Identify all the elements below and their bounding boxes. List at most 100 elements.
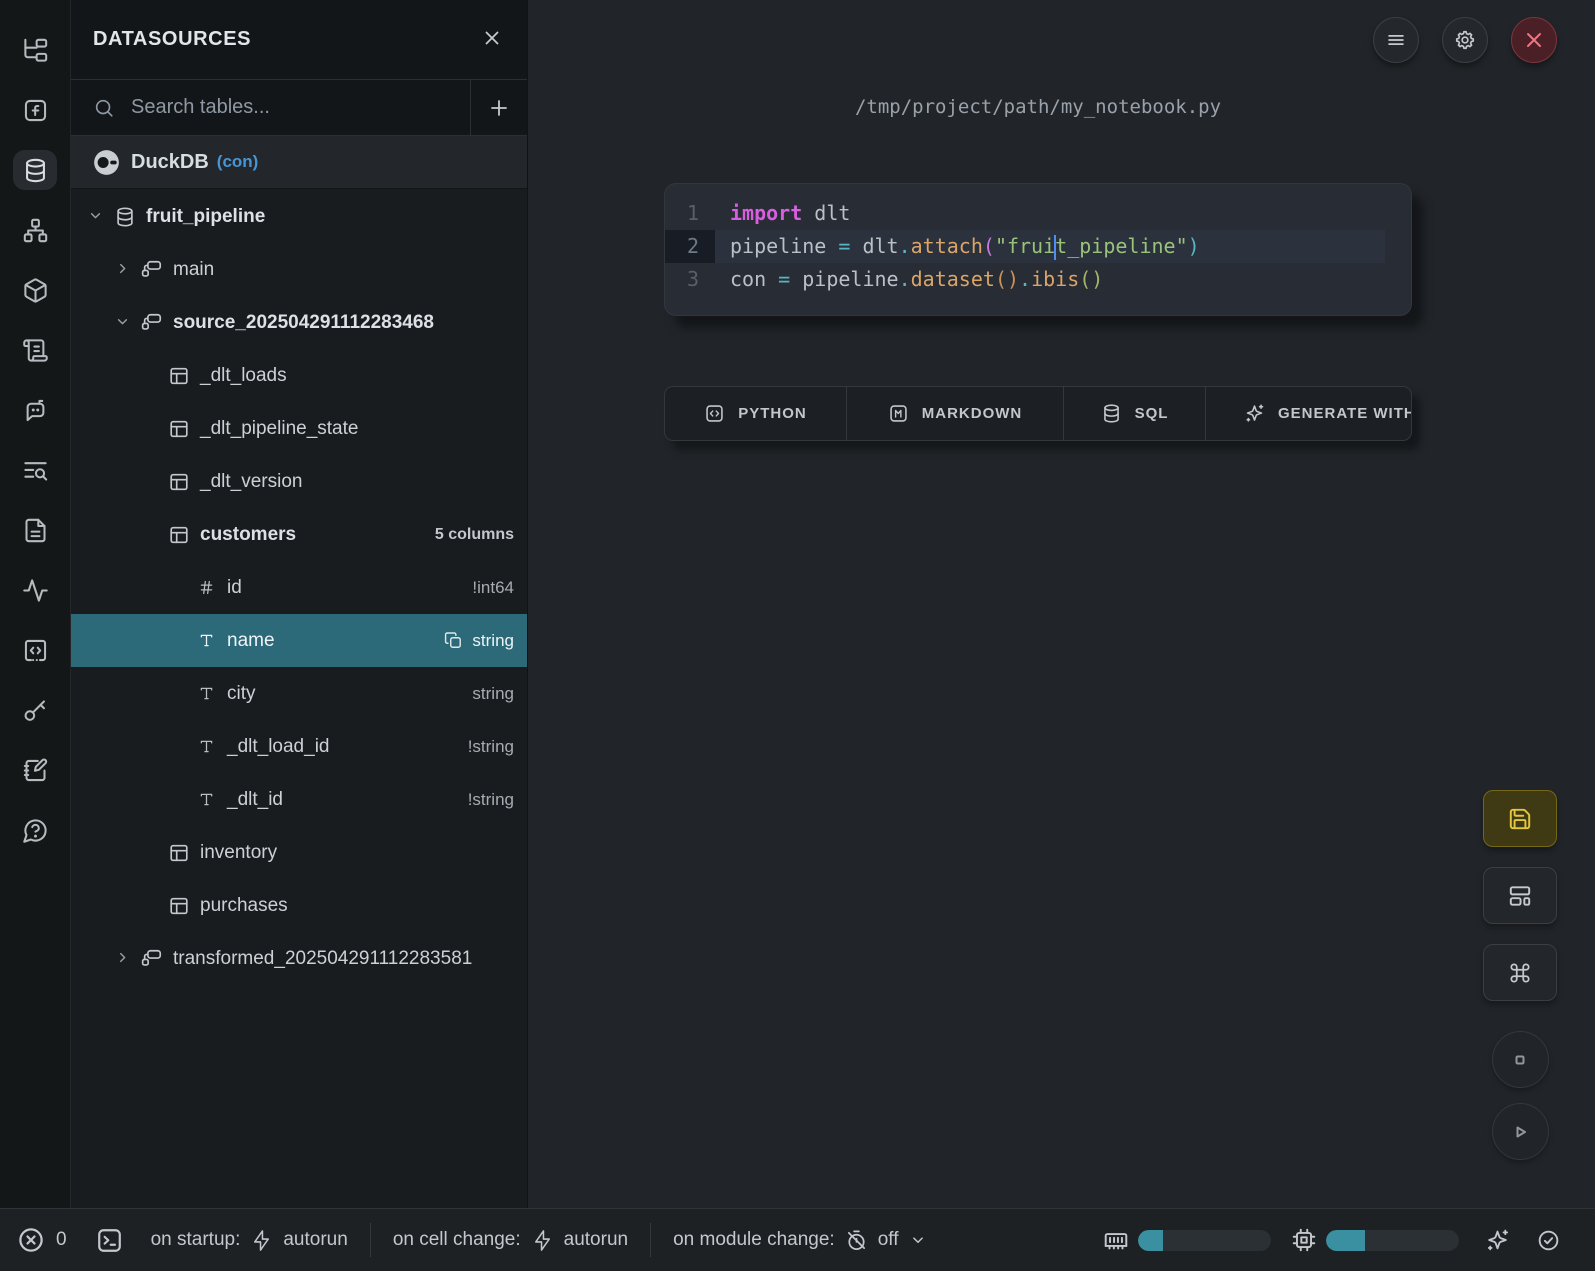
package-icon [22,277,49,304]
errors-indicator[interactable]: 0 [16,1225,67,1255]
tree-row-fruit_pipeline[interactable]: fruit_pipeline [71,190,527,243]
chevron-right-icon[interactable] [114,949,134,969]
table-icon [168,418,190,440]
cell-type-generate-with-ai-button[interactable]: GENERATE WITH AI [1206,387,1412,440]
text-column-icon [195,684,217,703]
tree-row-city[interactable]: citystring [71,667,527,720]
menu-button[interactable] [1373,17,1419,63]
logs-search-icon [22,457,49,484]
editor-area: /tmp/project/path/my_notebook.py 1import… [528,0,1595,1209]
tree-row-purchases[interactable]: purchases [71,879,527,932]
tree-row-main[interactable]: main [71,243,527,296]
search-input[interactable] [129,95,470,120]
chevron-spacer [141,419,161,439]
tree-row-_dlt_load_id[interactable]: _dlt_load_id!string [71,720,527,773]
close-panel-button[interactable] [479,27,505,53]
tree-row-name[interactable]: namestring [71,614,527,667]
save-button[interactable] [1483,790,1557,847]
tree-label: source_202504291112283468 [173,312,434,334]
cell-type-markdown-button[interactable]: MARKDOWN [847,387,1064,440]
schema-icon [141,948,163,970]
cell-type-python-button[interactable]: PYTHON [665,387,847,440]
rail-item-notebook-pen[interactable] [13,750,57,790]
chevron-down-icon[interactable] [87,207,107,227]
rail-item-activity[interactable] [13,570,57,610]
tree-row-_dlt_id[interactable]: _dlt_id!string [71,773,527,826]
tree-row-transformed_202504291112283581[interactable]: transformed_202504291112283581 [71,932,527,985]
rail-item-scratchpad[interactable] [13,630,57,670]
layout-button[interactable] [1483,867,1557,924]
chevron-right-icon[interactable] [114,260,134,280]
stop-button[interactable] [1492,1031,1549,1088]
runtime-settings: on startup:autorun on cell change:autorun… [151,1223,927,1257]
rail-item-file-tree[interactable] [13,30,57,70]
cpu-icon [1291,1227,1317,1253]
table-icon [168,895,190,917]
tree-label: main [173,259,214,281]
type-wrap: !string [468,737,514,757]
cell-type-label: PYTHON [738,405,807,422]
table-icon [168,418,190,440]
rail-item-key[interactable] [13,690,57,730]
panel-header: DATASOURCES [71,0,527,80]
key-icon [22,697,49,724]
code-text: con = pipeline.dataset().ibis() [715,263,1385,296]
close-icon [1522,28,1546,52]
code-square-icon [704,403,725,424]
markdown-icon [888,403,909,424]
tree-row-_dlt_version[interactable]: _dlt_version [71,455,527,508]
rail-item-chatbot[interactable] [13,390,57,430]
stop-icon [1508,1048,1532,1072]
table-icon [168,842,190,864]
rail-item-function-square[interactable] [13,90,57,130]
snippets-file-icon [22,517,49,544]
rail-item-database[interactable] [13,150,57,190]
text-column-icon [195,737,217,756]
line-number: 1 [665,197,715,230]
tree-label: _dlt_pipeline_state [200,418,358,440]
tree-row-_dlt_loads[interactable]: _dlt_loads [71,349,527,402]
rail-item-package[interactable] [13,270,57,310]
chevron-down-icon[interactable] [114,313,134,333]
marimo-app: DATASOURCES DuckDB (con) fruit_pipelinem… [0,0,1595,1271]
circle-check-button[interactable] [1536,1228,1561,1253]
setting-value: autorun [564,1229,628,1251]
runtime-setting-on-startup[interactable]: on startup:autorun [151,1229,348,1252]
run-button[interactable] [1492,1103,1549,1160]
sparkles-button[interactable] [1485,1228,1510,1253]
rail-item-help-bubble[interactable] [13,810,57,850]
schema-icon [141,312,163,334]
runtime-setting-on-module-change[interactable]: on module change:off [673,1229,926,1252]
rail-item-dependency-graph[interactable] [13,210,57,250]
cell-type-sql-button[interactable]: SQL [1064,387,1206,440]
text-column-icon [197,684,216,703]
help-bubble-icon [22,817,49,844]
chevron-down-icon [87,207,104,224]
type-wrap: string [444,631,514,651]
circle-x-icon [16,1225,46,1255]
add-datasource-button[interactable] [470,80,527,135]
terminal-button[interactable] [95,1226,124,1255]
code-line-3: 3con = pipeline.dataset().ibis() [665,263,1411,296]
runtime-setting-on-cell-change[interactable]: on cell change:autorun [393,1229,628,1252]
settings-button[interactable] [1442,17,1488,63]
tree-row-inventory[interactable]: inventory [71,826,527,879]
notebook-pen-icon [22,757,49,784]
chevron-spacer [141,366,161,386]
rail-item-snippets-file[interactable] [13,510,57,550]
datasources-panel: DATASOURCES DuckDB (con) fruit_pipelinem… [71,0,528,1209]
tree-row-source_202504291112283468[interactable]: source_202504291112283468 [71,296,527,349]
setting-value: autorun [283,1229,347,1251]
lightning-icon [250,1229,273,1252]
close-app-button[interactable] [1511,17,1557,63]
rail-item-scroll[interactable] [13,330,57,370]
connection-row[interactable]: DuckDB (con) [71,136,527,189]
code-cell[interactable]: 1import dlt2pipeline = dlt.attach("fruit… [664,183,1412,316]
rail-item-logs-search[interactable] [13,450,57,490]
chevron-spacer [141,896,161,916]
tree-row-customers[interactable]: customers5 columns [71,508,527,561]
shortcuts-button[interactable] [1483,944,1557,1001]
copy-icon[interactable] [444,631,463,650]
tree-row-_dlt_pipeline_state[interactable]: _dlt_pipeline_state [71,402,527,455]
tree-row-id[interactable]: id!int64 [71,561,527,614]
